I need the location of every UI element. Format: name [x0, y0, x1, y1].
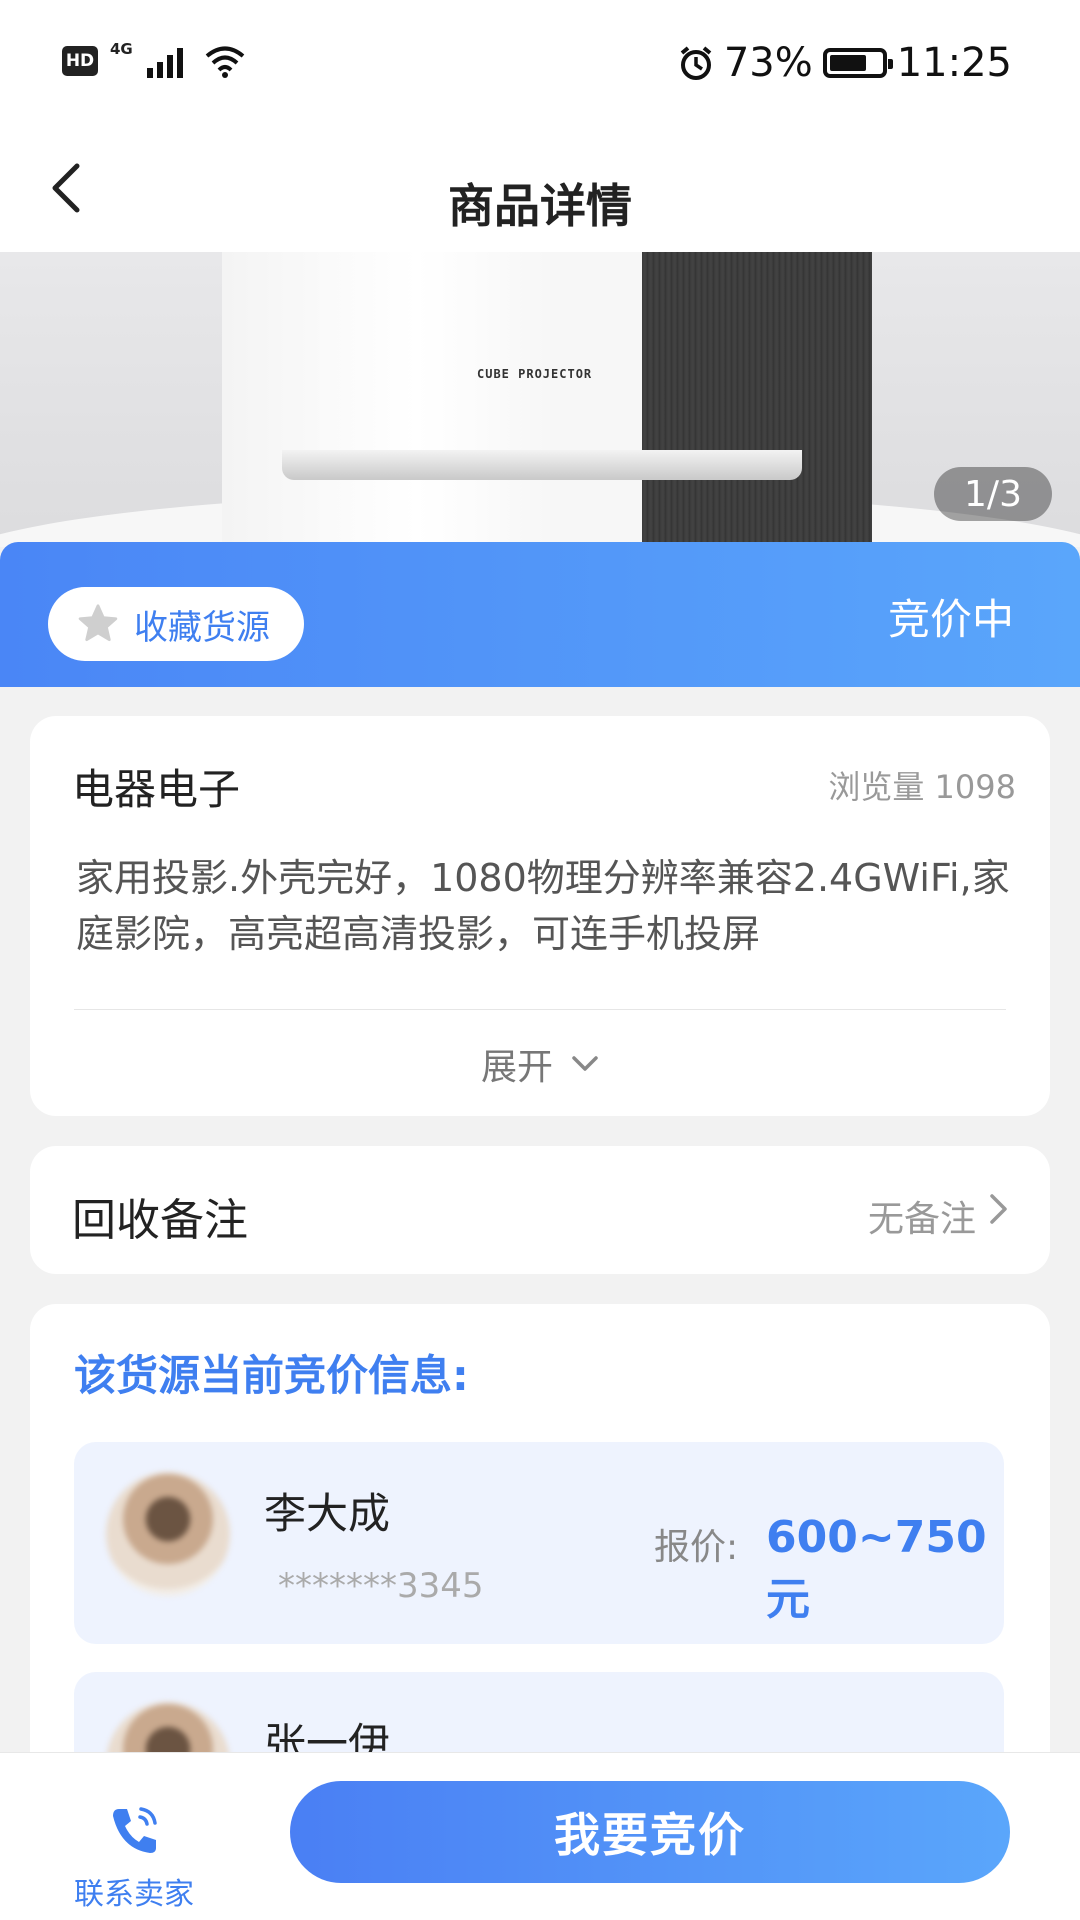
screen: HD 4G 73% 11:25 商品详情 CUBE PROJECTOR 1/3 …	[0, 0, 1080, 1920]
place-bid-button[interactable]: 我要竞价	[290, 1781, 1010, 1883]
expand-label: 展开	[480, 1047, 553, 1088]
nav-header: 商品详情	[0, 130, 1080, 252]
phone-icon	[113, 1807, 157, 1853]
bid-row[interactable]: 李大成 *******3345 报价: 600~750元	[74, 1442, 1004, 1644]
chevron-down-icon	[572, 1056, 598, 1071]
bid-info-title: 该货源当前竞价信息:	[74, 1351, 469, 1400]
battery-icon	[822, 48, 893, 78]
status-right: 73% 11:25	[678, 40, 1012, 86]
divider	[74, 1009, 1006, 1010]
projector-base	[282, 450, 802, 480]
auction-status: 竞价中	[887, 595, 1014, 644]
product-info-card: 电器电子 浏览量 1098 家用投影.外壳完好，1080物理分辨率兼容2.4GW…	[30, 716, 1050, 1116]
bidder-name: 李大成	[264, 1489, 391, 1538]
image-pager: 1/3	[934, 467, 1052, 521]
view-count: 浏览量 1098	[828, 768, 1016, 806]
network-type: 4G	[110, 40, 133, 58]
wifi-icon	[205, 46, 245, 78]
bid-price-label: 报价:	[654, 1527, 739, 1568]
signal-icon	[146, 48, 183, 78]
avatar	[106, 1472, 230, 1596]
favorite-button[interactable]: 收藏货源	[48, 587, 304, 661]
battery-percent: 73%	[723, 40, 813, 86]
status-bar: HD 4G 73% 11:25	[0, 0, 1080, 130]
contact-seller-label: 联系卖家	[74, 1877, 194, 1912]
hd-icon: HD	[62, 46, 98, 76]
product-image-text: CUBE PROJECTOR	[477, 367, 593, 381]
page-title: 商品详情	[448, 179, 632, 233]
bottom-action-bar: 联系卖家 我要竞价	[0, 1752, 1080, 1920]
remark-row[interactable]: 回收备注 无备注	[30, 1146, 1050, 1274]
star-icon	[78, 604, 118, 642]
product-category: 电器电子	[72, 765, 241, 814]
alarm-icon	[680, 46, 712, 80]
status-left: HD 4G	[62, 40, 247, 78]
clock: 11:25	[896, 40, 1012, 86]
bid-price: 600~750元	[766, 1512, 987, 1625]
bidder-phone: *******3345	[278, 1566, 484, 1606]
contact-seller-button[interactable]: 联系卖家	[64, 1801, 204, 1913]
product-description: 家用投影.外壳完好，1080物理分辨率兼容2.4GWiFi,家庭影院，高亮超高清…	[76, 856, 1010, 956]
favorite-label: 收藏货源	[134, 607, 270, 648]
status-band: 收藏货源 竞价中	[0, 542, 1080, 687]
remark-value: 无备注	[867, 1199, 976, 1240]
chevron-right-icon	[990, 1194, 1007, 1224]
projector-grille	[642, 252, 872, 547]
remark-label: 回收备注	[72, 1195, 248, 1246]
product-image-carousel[interactable]: CUBE PROJECTOR 1/3	[0, 252, 1080, 547]
expand-button[interactable]: 展开	[30, 1038, 1050, 1090]
battery-level	[829, 55, 867, 71]
product-image: CUBE PROJECTOR	[222, 252, 872, 547]
